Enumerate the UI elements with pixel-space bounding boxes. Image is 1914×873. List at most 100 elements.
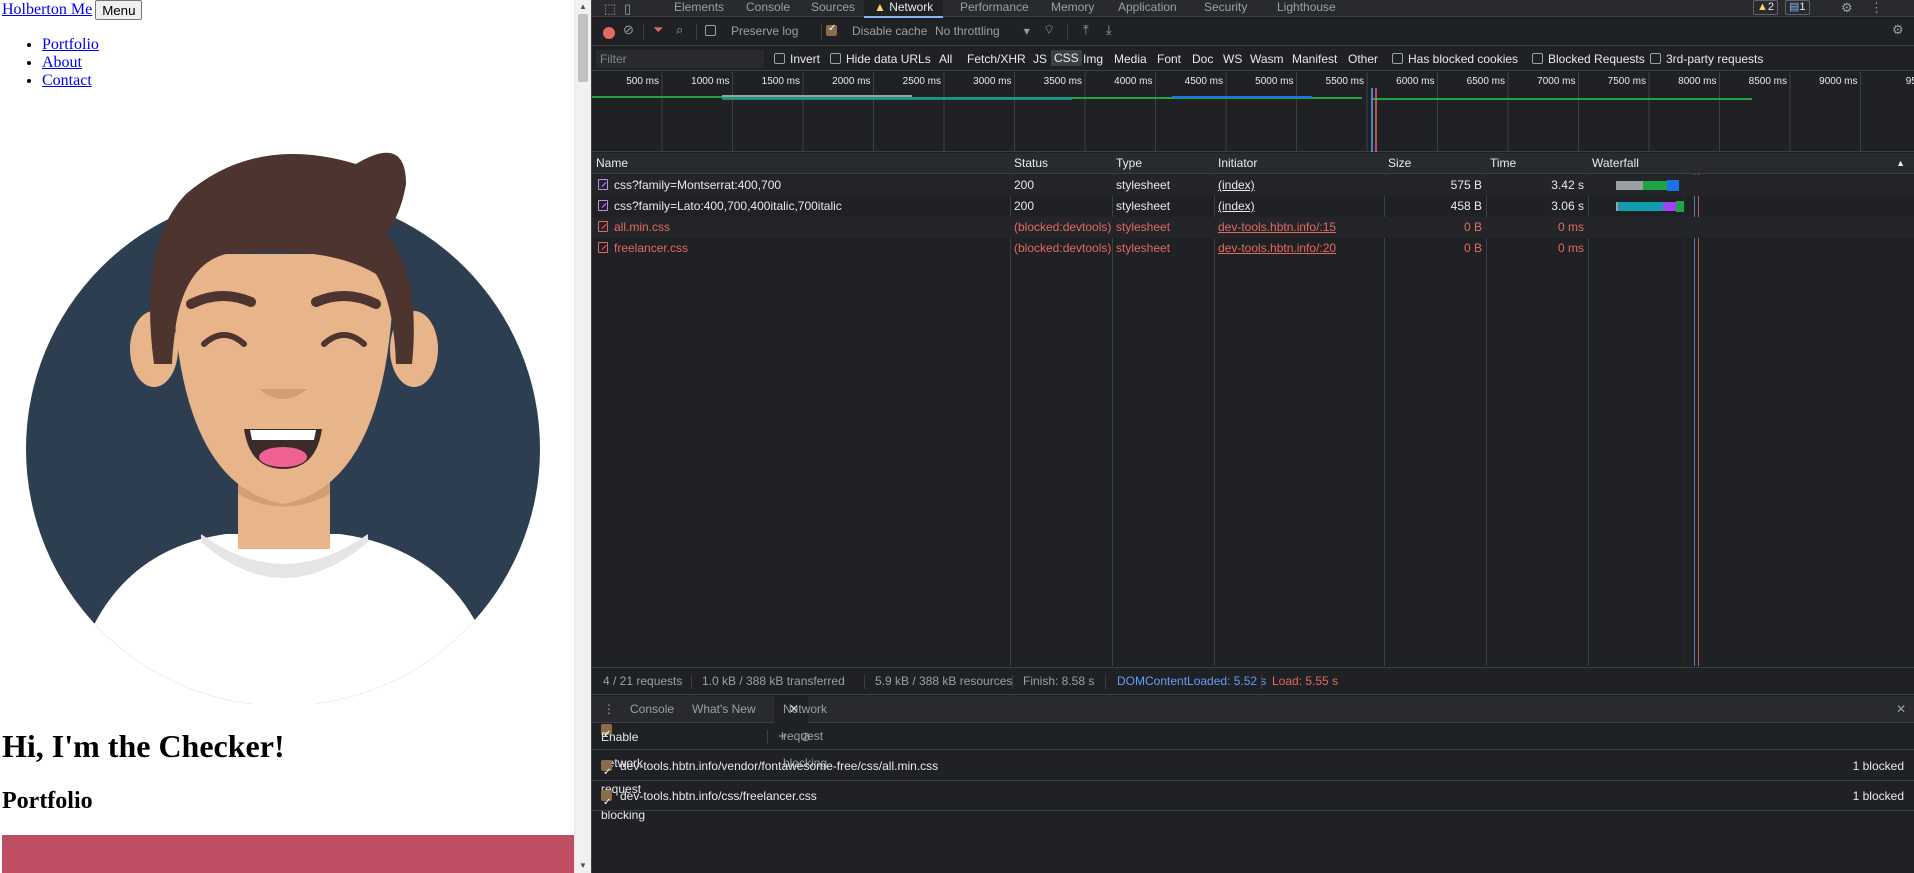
nav-item-portfolio: Portfolio [42,36,99,54]
drawer-tab-network-request-blocking[interactable]: Network request blocking ✕ [774,696,827,770]
col-header-waterfall-label: Waterfall [1592,156,1639,170]
tab-lighthouse[interactable]: Lighthouse [1277,0,1336,17]
scroll-thumb[interactable] [578,14,588,82]
devtools-tab-bar: ⬚ ▯ Elements Console Sources ▲ Network P… [592,0,1914,18]
type-doc[interactable]: Doc [1192,52,1213,66]
col-header-time[interactable]: Time [1486,153,1588,174]
preserve-log-box[interactable] [705,25,716,36]
disable-cache-box[interactable] [826,23,837,36]
nav-link-portfolio[interactable]: Portfolio [42,36,99,53]
close-drawer-icon[interactable]: ✕ [1896,696,1906,723]
type-media[interactable]: Media [1114,52,1147,66]
has-blocked-cookies-box[interactable] [1392,53,1403,64]
col-header-status[interactable]: Status [1010,153,1112,174]
page-scrollbar[interactable]: ▲ ▼ [574,0,591,873]
type-img[interactable]: Img [1083,52,1103,66]
tab-security[interactable]: Security [1204,0,1247,17]
throttling-select[interactable]: No throttling ▾ [935,24,1030,38]
tab-console[interactable]: Console [746,0,790,17]
col-header-type[interactable]: Type [1112,153,1214,174]
scroll-up-arrow-icon[interactable]: ▲ [579,2,587,11]
waterfall-bar [1592,175,1912,196]
pattern-checkbox[interactable] [601,751,617,788]
request-initiator[interactable]: dev-tools.hbtn.info/:15 [1218,217,1336,238]
import-har-icon[interactable]: ⤒ [1083,22,1089,38]
request-size: 575 B [1450,178,1482,192]
request-initiator[interactable]: dev-tools.hbtn.info/:20 [1218,238,1336,259]
blocked-requests-box[interactable] [1532,53,1543,64]
device-toolbar-icon[interactable]: ▯ [624,1,631,17]
pattern-checkbox[interactable] [601,781,617,818]
nav-link-about[interactable]: About [42,54,82,71]
network-settings-icon[interactable]: ⚙ [1892,22,1904,38]
nav-link-contact[interactable]: Contact [42,72,92,89]
type-fetch-xhr[interactable]: Fetch/XHR [967,52,1026,66]
blocking-pattern-row[interactable]: dev-tools.hbtn.info/css/freelancer.css 1… [592,781,1914,818]
table-row[interactable]: css?family=Lato:400,700,400italic,700ita… [592,196,1914,217]
messages-badge[interactable]: ▤1 [1785,0,1810,15]
blocking-pattern-row[interactable]: dev-tools.hbtn.info/vendor/fontawesome-f… [592,751,1914,788]
request-initiator[interactable]: (index) [1218,196,1255,217]
tab-elements[interactable]: Elements [674,0,724,17]
filter-bar: Filter Invert Hide data URLs All Fetch/X… [592,47,1914,71]
has-blocked-cookies-checkbox[interactable]: Has blocked cookies [1392,52,1518,66]
tab-network[interactable]: ▲ Network [864,0,944,18]
col-header-size[interactable]: Size [1384,153,1486,174]
invert-label: Invert [790,52,821,66]
network-conditions-icon[interactable]: ⌔ [1043,22,1055,38]
tab-memory[interactable]: Memory [1051,0,1094,17]
filter-input[interactable]: Filter [596,50,764,68]
tab-application[interactable]: Application [1118,0,1177,17]
menu-button[interactable]: Menu [95,0,143,20]
col-header-name[interactable]: Name [592,153,1010,174]
remove-all-patterns-icon[interactable]: ⊘ [800,724,811,750]
invert-checkbox[interactable]: Invert [774,52,820,66]
table-row[interactable]: freelancer.css (blocked:devtools) styles… [592,238,1914,259]
hide-data-urls-box[interactable] [830,53,841,64]
type-font[interactable]: Font [1157,52,1181,66]
blocked-requests-checkbox[interactable]: Blocked Requests [1532,52,1645,66]
nav-item-contact: Contact [42,72,99,90]
drawer-tab-whats-new[interactable]: What's New [692,696,756,723]
type-manifest[interactable]: Manifest [1292,52,1337,66]
brand-link[interactable]: Holberton Me [2,1,92,18]
type-other[interactable]: Other [1348,52,1378,66]
more-options-icon[interactable]: ⋮ [1870,0,1883,16]
filter-icon[interactable]: ⏷ [653,22,663,38]
type-js[interactable]: JS [1033,52,1047,66]
tab-performance[interactable]: Performance [960,0,1029,17]
pattern-checkbox-box[interactable] [601,788,612,818]
col-header-waterfall[interactable]: Waterfall ▲ [1588,153,1914,174]
disable-cache-checkbox[interactable]: Disable cache [826,23,927,38]
portfolio-section-bar [2,835,574,873]
warnings-badge[interactable]: ▲2 [1753,0,1779,15]
scroll-down-arrow-icon[interactable]: ▼ [579,861,587,870]
clear-icon[interactable]: ⊘ [623,22,634,38]
hide-data-urls-checkbox[interactable]: Hide data URLs [830,52,931,66]
type-wasm[interactable]: Wasm [1250,52,1284,66]
inspect-element-icon[interactable]: ⬚ [604,1,616,17]
request-name: css?family=Montserrat:400,700 [598,175,1008,196]
type-all[interactable]: All [939,52,952,66]
summary-divider [1261,675,1262,689]
add-pattern-icon[interactable]: + [778,724,787,750]
table-row[interactable]: css?family=Montserrat:400,700 200 styles… [592,175,1914,196]
third-party-checkbox[interactable]: 3rd-party requests [1650,52,1763,66]
table-row[interactable]: all.min.css (blocked:devtools) styleshee… [592,217,1914,238]
drawer-menu-icon[interactable]: ⋮ [603,696,615,723]
tab-sources[interactable]: Sources [811,0,855,17]
search-icon[interactable]: ⌕ [676,22,683,38]
record-button[interactable] [603,27,615,39]
settings-gear-icon[interactable]: ⚙ [1841,0,1853,16]
type-css[interactable]: CSS [1051,50,1082,66]
preserve-log-checkbox[interactable]: Preserve log [705,24,798,38]
pattern-checkbox-box[interactable] [601,758,612,788]
export-har-icon[interactable]: ⤓ [1106,22,1112,38]
type-ws[interactable]: WS [1223,52,1242,66]
drawer-tab-console[interactable]: Console [630,696,674,723]
request-initiator[interactable]: (index) [1218,175,1255,196]
invert-box[interactable] [774,53,785,64]
third-party-box[interactable] [1650,53,1661,64]
col-header-initiator[interactable]: Initiator [1214,153,1384,174]
timeline-overview[interactable]: 500 ms 1000 ms 1500 ms 2000 ms 2500 ms 3000 m… [592,72,1914,152]
